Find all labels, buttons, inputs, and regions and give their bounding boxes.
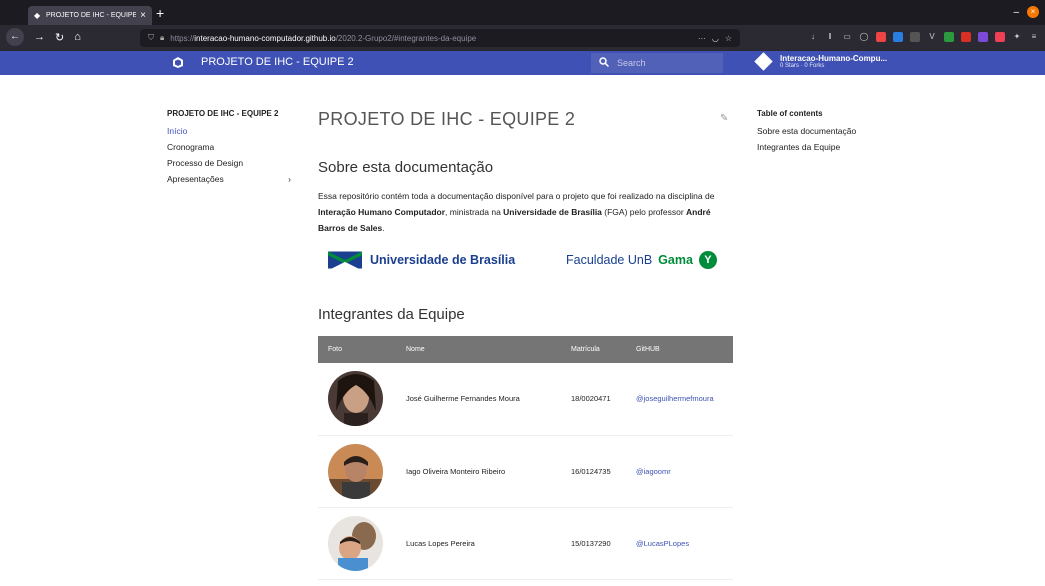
browser-tab-bar: ◆ PROJETO DE IHC - EQUIPE 2 × + – × (0, 0, 1045, 25)
tab-title: PROJETO DE IHC - EQUIPE 2 (46, 12, 137, 19)
page-actions-icon[interactable]: ··· (698, 34, 706, 43)
intro-paragraph: Essa repositório contém toda a documenta… (318, 191, 715, 233)
extension-box-icon[interactable] (910, 32, 920, 42)
extension-pocket-icon[interactable] (995, 32, 1005, 42)
library-icon[interactable]: ‖ (825, 32, 835, 42)
page-title: PROJETO DE IHC - EQUIPE 2 (318, 109, 576, 129)
toc-item-sobre[interactable]: Sobre esta documentação (757, 123, 957, 139)
table-row: Lucas Lopes Pereira 15/0137290 @LucasPLo… (318, 507, 733, 580)
git-icon (754, 52, 773, 71)
github-link[interactable]: @iagoomr (626, 435, 733, 508)
institution-logos: Universidade de Brasília Faculdade UnB Ga… (318, 248, 733, 274)
url-text[interactable]: https://interacao-humano-computador.gith… (170, 34, 692, 43)
pocket-icon[interactable]: ◡ (712, 34, 719, 43)
site-logo-icon[interactable] (172, 56, 184, 70)
table-of-contents: Table of contents Sobre esta documentaçã… (757, 109, 957, 155)
site-title[interactable]: PROJETO DE IHC - EQUIPE 2 (201, 56, 354, 68)
search-box[interactable] (591, 53, 723, 73)
extension-shield-icon[interactable] (876, 32, 886, 42)
tab-favicon-icon: ◆ (34, 10, 41, 20)
menu-icon[interactable]: ≡ (1029, 32, 1039, 42)
member-matricula: 18/0020471 (561, 363, 626, 436)
extension-red-icon[interactable] (961, 32, 971, 42)
search-input[interactable] (617, 58, 717, 68)
repo-name: Interacao-Humano-Compu... (780, 54, 888, 63)
member-name: Iago Oliveira Monteiro Ribeiro (396, 435, 561, 508)
header-github: GitHUB (626, 336, 733, 363)
toc-title: Table of contents (757, 109, 823, 118)
home-icon[interactable]: ⌂ (74, 31, 81, 43)
member-name: José Guilherme Fernandes Moura (396, 363, 561, 436)
extension-blue-icon[interactable] (893, 32, 903, 42)
photo-cell (318, 435, 396, 508)
edit-pencil-icon[interactable]: ✎ (720, 113, 728, 124)
sidebar-title: PROJETO DE IHC - EQUIPE 2 (167, 109, 279, 118)
header-nome: Nome (396, 336, 561, 363)
lock-icon[interactable]: 🔒︎ (160, 33, 164, 43)
search-icon (599, 56, 610, 70)
forward-icon[interactable]: → (34, 31, 45, 43)
back-icon[interactable]: ← (6, 28, 24, 46)
member-matricula: 15/0137290 (561, 507, 626, 580)
section-title-sobre: Sobre esta documentação (318, 159, 494, 176)
extension-v-icon[interactable]: V (927, 32, 937, 42)
sidebar-item-apresentacoes[interactable]: Apresentações › (167, 171, 297, 187)
shield-icon[interactable]: ⛉ (148, 33, 154, 43)
browser-tab[interactable]: ◆ PROJETO DE IHC - EQUIPE 2 × (28, 6, 152, 25)
extension-green-icon[interactable] (944, 32, 954, 42)
fga-logo-mark-icon: Y (698, 251, 717, 269)
member-name: Lucas Lopes Pereira (396, 507, 561, 580)
reload-icon[interactable]: ↻ (55, 31, 64, 44)
toc-item-integrantes[interactable]: Integrantes da Equipe (757, 139, 957, 155)
team-table: Foto Nome Matrícula GitHUB José Guilherm… (318, 336, 733, 580)
photo-cell (318, 363, 396, 436)
sidebar-nav: PROJETO DE IHC - EQUIPE 2 Início Cronogr… (167, 109, 297, 187)
avatar (328, 515, 383, 571)
tab-close-icon[interactable]: × (140, 10, 146, 21)
sidebar-item-cronograma[interactable]: Cronograma (167, 139, 297, 155)
table-row: Iago Oliveira Monteiro Ribeiro 16/012473… (318, 435, 733, 508)
account-icon[interactable]: ◯ (859, 32, 869, 42)
chevron-right-icon: › (288, 174, 291, 184)
sidebar-item-processo-de-design[interactable]: Processo de Design (167, 155, 297, 171)
github-link[interactable]: @joseguilhermefmoura (626, 363, 733, 436)
header-matricula: Matrícula (561, 336, 626, 363)
new-tab-icon[interactable]: + (156, 6, 164, 20)
header-foto: Foto (318, 336, 396, 363)
extension-purple-icon[interactable] (978, 32, 988, 42)
avatar (328, 443, 383, 499)
download-icon[interactable]: ↓ (808, 32, 818, 42)
minimize-icon[interactable]: – (1013, 7, 1019, 18)
avatar (328, 371, 383, 427)
browser-nav-bar: ← → ↻ ⌂ ⛉ 🔒︎ https://interacao-humano-co… (0, 25, 1045, 51)
unb-flag-icon (328, 251, 362, 269)
table-header-row: Foto Nome Matrícula GitHUB (318, 336, 733, 363)
photo-cell (318, 507, 396, 580)
url-bar[interactable]: ⛉ 🔒︎ https://interacao-humano-computador… (140, 29, 740, 47)
github-link[interactable]: @LucasPLopes (626, 507, 733, 580)
window-close-icon[interactable]: × (1027, 6, 1039, 18)
member-matricula: 16/0124735 (561, 435, 626, 508)
unb-logo: Universidade de Brasília (328, 251, 515, 269)
unb-logo-text: Universidade de Brasília (370, 253, 516, 267)
table-row: José Guilherme Fernandes Moura 18/002047… (318, 363, 733, 436)
fga-logo: Faculdade UnB Gama Y (566, 251, 717, 269)
site-header: PROJETO DE IHC - EQUIPE 2 Interacao-Huma… (0, 51, 1045, 75)
repo-link[interactable]: Interacao-Humano-Compu... 0 Stars · 0 Fo… (754, 52, 888, 71)
sidebar-item-inicio[interactable]: Início (167, 123, 297, 139)
bookmark-star-icon[interactable]: ☆ (725, 34, 732, 43)
section-title-integrantes: Integrantes da Equipe (318, 306, 465, 323)
repo-stats: 0 Stars · 0 Forks (780, 63, 825, 69)
reader-icon[interactable]: ▭ (842, 32, 852, 42)
extension-gift-icon[interactable]: ✦ (1012, 32, 1022, 42)
web-page: PROJETO DE IHC - EQUIPE 2 Interacao-Huma… (0, 51, 1045, 586)
main-content: PROJETO DE IHC - EQUIPE 2 (318, 109, 733, 130)
